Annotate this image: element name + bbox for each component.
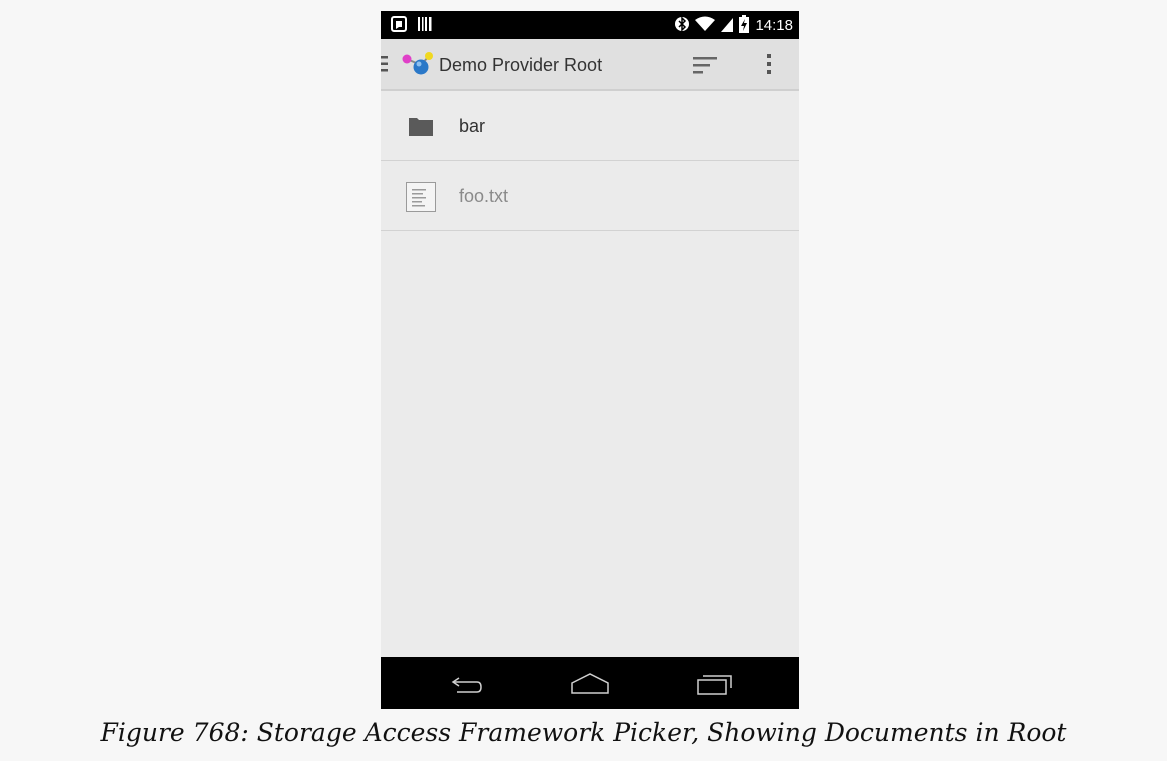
navigation-bar [381, 657, 799, 709]
action-bar-title: Demo Provider Root [439, 55, 603, 75]
app-logo-icon[interactable] [401, 51, 435, 77]
list-item-label: bar [459, 116, 486, 136]
document-list: bar foo.txt [381, 91, 799, 231]
status-time: 14:18 [755, 17, 793, 34]
barcode-icon [417, 16, 433, 37]
notification-icon [391, 16, 407, 37]
bluetooth-icon [675, 15, 690, 37]
figure-caption: Figure 768: Storage Access Framework Pic… [100, 718, 1067, 747]
signal-icon [721, 16, 734, 36]
wifi-icon [695, 16, 716, 36]
battery-charging-icon [739, 15, 750, 37]
text-file-icon [405, 181, 437, 213]
list-item[interactable]: foo.txt [381, 161, 799, 231]
action-bar: Demo Provider Root [381, 39, 799, 91]
overflow-menu-icon[interactable] [749, 49, 789, 81]
phone-screen: 14:18 Demo Provider Root bar foo.txt [381, 11, 799, 709]
status-bar: 14:18 [381, 11, 799, 39]
list-item-label: foo.txt [459, 186, 509, 206]
back-icon[interactable] [443, 669, 491, 699]
recents-icon[interactable] [691, 669, 739, 699]
drawer-menu-icon[interactable] [381, 53, 391, 75]
sort-icon[interactable] [685, 49, 725, 81]
home-icon[interactable] [566, 669, 614, 699]
folder-icon [405, 111, 437, 143]
list-item[interactable]: bar [381, 91, 799, 161]
